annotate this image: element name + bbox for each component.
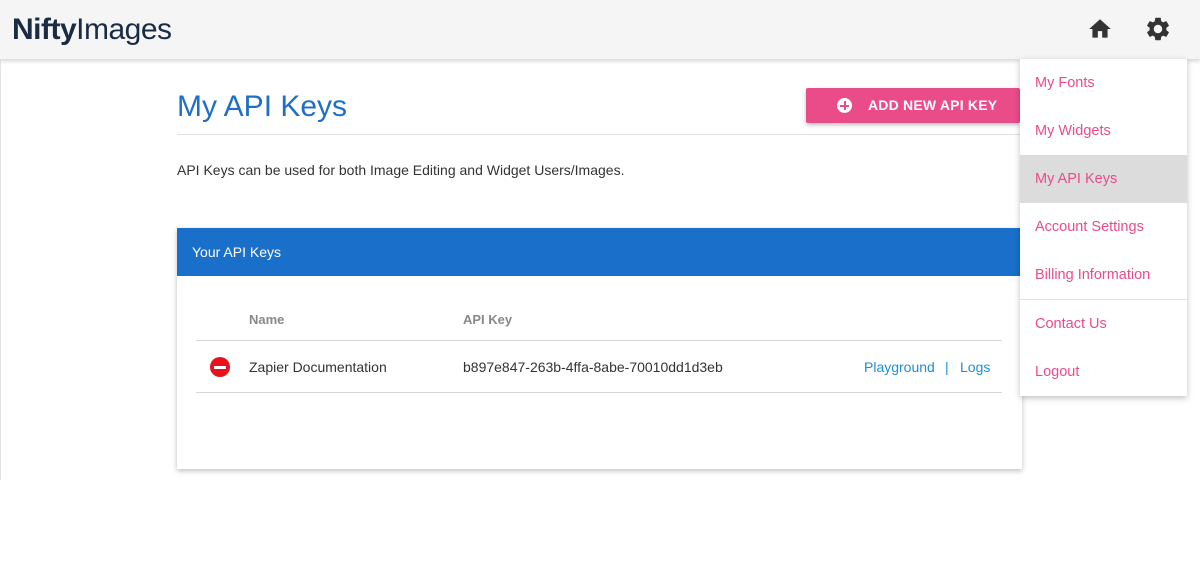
column-header-api-key: API Key (463, 312, 513, 327)
menu-item-my-fonts[interactable]: My Fonts (1020, 59, 1187, 107)
column-header-name: Name (249, 312, 285, 327)
left-divider (0, 60, 1, 480)
page-description: API Keys can be used for both Image Edit… (177, 162, 625, 178)
plus-circle-icon (837, 98, 852, 113)
row-divider (196, 392, 1002, 393)
title-divider (177, 134, 1022, 135)
nifty-images-logo[interactable]: NiftyImages (12, 13, 172, 47)
menu-item-account-settings[interactable]: Account Settings (1020, 203, 1187, 251)
api-key-name: Zapier Documentation (249, 359, 387, 375)
logo-light-text: Images (76, 13, 172, 46)
api-key-value: b897e847-263b-4ffa-8abe-70010dd1d3eb (463, 359, 723, 375)
link-separator: | (945, 359, 949, 375)
logo-bold-text: Nifty (12, 13, 77, 46)
page-title: My API Keys (177, 90, 348, 123)
logs-link[interactable]: Logs (960, 359, 990, 375)
playground-link[interactable]: Playground (864, 359, 935, 375)
menu-item-my-widgets[interactable]: My Widgets (1020, 107, 1187, 155)
menu-item-billing-information[interactable]: Billing Information (1020, 251, 1187, 299)
home-icon[interactable] (1087, 16, 1113, 42)
top-navbar: NiftyImages (0, 0, 1200, 60)
menu-item-logout[interactable]: Logout (1020, 348, 1187, 396)
card-header: Your API Keys (177, 228, 1022, 276)
gear-icon[interactable] (1144, 15, 1172, 43)
api-keys-card: Your API Keys Name API Key Zapier Docume… (177, 228, 1022, 469)
add-new-api-key-button[interactable]: ADD NEW API KEY (806, 88, 1020, 123)
menu-item-contact-us[interactable]: Contact Us (1020, 300, 1187, 348)
menu-item-my-api-keys[interactable]: My API Keys (1020, 155, 1187, 203)
settings-dropdown-menu: My Fonts My Widgets My API Keys Account … (1020, 59, 1187, 396)
minus-circle-icon[interactable] (210, 357, 230, 377)
header-divider (196, 340, 1002, 341)
add-button-label: ADD NEW API KEY (868, 97, 998, 113)
